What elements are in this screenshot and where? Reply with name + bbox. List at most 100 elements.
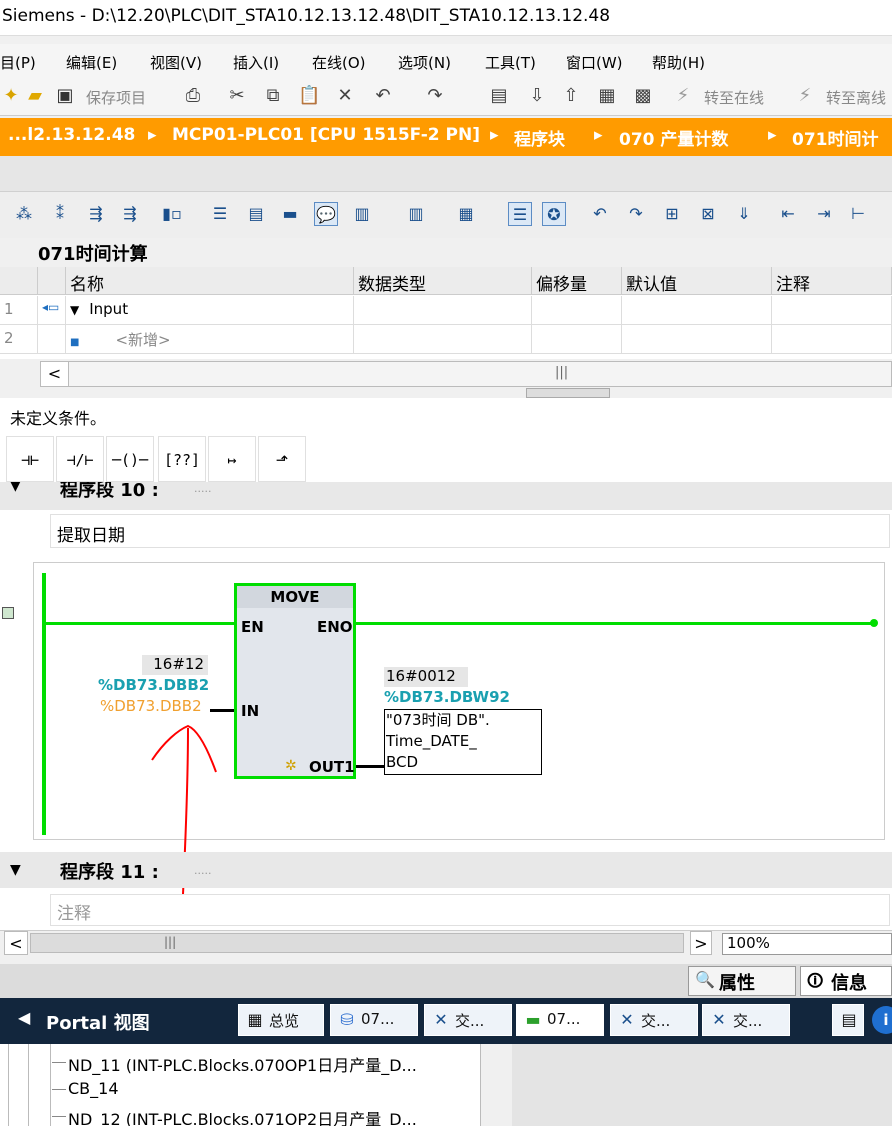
task-crossref-2[interactable]: ✕ 交... [610, 1004, 698, 1036]
network-10-header[interactable]: ▼ 程序段 10 : ..... [0, 482, 892, 510]
breadcrumb-item-block[interactable]: 071时间计 [792, 125, 879, 150]
add-row-icon[interactable]: ⇶ [118, 202, 142, 226]
breadcrumb-item-project[interactable]: ...l2.13.12.48 [8, 125, 135, 145]
tree-scrollbar[interactable] [480, 1044, 512, 1126]
open-all-icon[interactable]: ▥ [350, 202, 374, 226]
collapse-arrow-icon[interactable]: ▼ [10, 862, 21, 878]
breadcrumb-item-plc[interactable]: MCP01-PLC01 [CPU 1515F-2 PN] [172, 125, 480, 145]
coil-icon[interactable]: ─()─ [106, 436, 154, 482]
breadcrumb-item-folder[interactable]: 070 产量计数 [619, 125, 728, 150]
delete-network-icon[interactable]: ⁑ [48, 202, 72, 226]
move-instruction-box[interactable]: MOVE EN ENO IN ✲ OUT1 [234, 583, 356, 779]
new-project-icon[interactable]: ✦ [0, 85, 22, 107]
task-db[interactable]: ⛁ 07... [330, 1004, 418, 1036]
table-cell[interactable] [354, 296, 532, 325]
show-comments-icon[interactable]: ▬ [278, 202, 302, 226]
monitor-icon[interactable]: ⊠ [696, 202, 720, 226]
insert-row-icon[interactable]: ⇶ [84, 202, 108, 226]
table-row-add-new[interactable]: ■ <新增> [66, 325, 354, 354]
table-cell[interactable] [622, 296, 772, 325]
portal-back-icon[interactable]: ◀ [18, 1008, 30, 1027]
scroll-thumb-grip[interactable]: ||| [555, 365, 568, 380]
modify-icon[interactable]: ⇓ [732, 202, 756, 226]
column-header-default[interactable]: 默认值 [622, 267, 772, 295]
network-title-placeholder[interactable]: ..... [194, 864, 211, 877]
redo-icon[interactable]: ↷ [424, 85, 446, 107]
tree-item[interactable]: ND_11 (INT-PLC.Blocks.070OP1日月产量_D... [68, 1052, 417, 1076]
interface-scrollbar[interactable]: < ||| [40, 361, 892, 387]
task-crossref-1[interactable]: ✕ 交... [424, 1004, 512, 1036]
menu-window[interactable]: 窗口(W) [566, 52, 623, 73]
go-online-label[interactable]: 转至在线 [704, 87, 764, 108]
column-header-comment[interactable]: 注释 [772, 267, 892, 295]
menu-help[interactable]: 帮助(H) [652, 52, 705, 73]
tree-item[interactable]: CB_14 [68, 1079, 119, 1098]
editor-scrollbar[interactable]: < ||| > 100% [0, 930, 892, 956]
copy-icon[interactable]: ⧉ [262, 85, 284, 107]
table-cell[interactable] [354, 325, 532, 354]
breadcrumb-item-program-blocks[interactable]: 程序块 [514, 125, 565, 150]
menu-view[interactable]: 视图(V) [150, 52, 202, 73]
column-header-offset[interactable]: 偏移量 [532, 267, 622, 295]
portal-view-link[interactable]: Portal 视图 [46, 1009, 150, 1035]
table-cell[interactable] [772, 296, 892, 325]
in-operand-address[interactable]: %DB73.DBB2 [98, 676, 209, 694]
add-output-icon[interactable]: ✲ [285, 758, 297, 774]
save-project-label[interactable]: 保存项目 [86, 87, 146, 108]
network-11-header[interactable]: ▼ 程序段 11 : ..... [0, 852, 892, 888]
task-crossref-3[interactable]: ✕ 交... [702, 1004, 790, 1036]
no-contact-icon[interactable]: ⊣⊢ [6, 436, 54, 482]
favorites-icon[interactable]: ▤ [244, 202, 268, 226]
go-online-icon[interactable]: ⚡ [672, 85, 694, 107]
scroll-right-icon[interactable]: > [690, 931, 712, 955]
cut-icon[interactable]: ✂ [226, 85, 248, 107]
column-header-datatype[interactable]: 数据类型 [354, 267, 532, 295]
zoom-field[interactable]: 100% [722, 933, 892, 955]
go-offline-icon[interactable]: ⚡ [794, 85, 816, 107]
table-cell[interactable] [772, 325, 892, 354]
save-icon[interactable]: ▣ [54, 85, 76, 107]
table-row-input[interactable]: ▼ Input [66, 296, 354, 325]
undo-icon[interactable]: ↶ [372, 85, 394, 107]
table-cell[interactable] [622, 325, 772, 354]
upload-icon[interactable]: ⇧ [560, 85, 582, 107]
status-button[interactable]: ▤ [832, 1004, 864, 1036]
network-marker[interactable] [2, 607, 14, 619]
in-operand-address-highlight[interactable]: %DB73.DBB2 [100, 697, 202, 715]
info-circle-icon[interactable]: i [872, 1006, 892, 1034]
tree-icon[interactable]: ⊢ [846, 202, 870, 226]
splitter-handle[interactable] [526, 388, 610, 398]
open-project-icon[interactable]: ▰ [24, 85, 46, 107]
scroll-left-icon[interactable]: < [4, 931, 28, 955]
absolute-address-icon[interactable]: ▮▫ [160, 202, 184, 226]
tab-info[interactable]: 🛈 信息 [800, 966, 892, 996]
open-branch-icon[interactable]: ↦ [208, 436, 256, 482]
navigate-next-icon[interactable]: ↷ [624, 202, 648, 226]
tab-properties[interactable]: 🔍 属性 [688, 966, 796, 996]
task-overview[interactable]: ▦ 总览 [238, 1004, 324, 1036]
go-offline-label[interactable]: 转至离线 [826, 87, 886, 108]
close-all-icon[interactable]: ▥ [404, 202, 428, 226]
tree-item[interactable]: ND_12 (INT-PLC.Blocks.071OP2日月产量_D... [68, 1106, 417, 1126]
monitoring-toggle-icon[interactable]: ☰ [508, 202, 532, 226]
menu-options[interactable]: 选项(N) [398, 52, 451, 73]
scroll-left-icon[interactable]: < [41, 362, 69, 386]
scroll-thumb[interactable] [30, 933, 684, 953]
expand-arrow-icon[interactable]: ▼ [70, 303, 79, 317]
collapse-arrow-icon[interactable]: ▼ [10, 482, 21, 494]
network-list-icon[interactable]: ☰ [208, 202, 232, 226]
out-operand-address[interactable]: %DB73.DBW92 [384, 688, 510, 706]
indent-icon[interactable]: ⇤ [776, 202, 800, 226]
outdent-icon[interactable]: ⇥ [812, 202, 836, 226]
paste-icon[interactable]: 📋 [298, 85, 320, 107]
runtime-icon[interactable]: ▩ [632, 85, 654, 107]
out-operand-symbol-box[interactable]: "073时间 DB". Time_DATE_ BCD [384, 709, 542, 775]
menu-online[interactable]: 在线(O) [312, 52, 366, 73]
scroll-thumb-grip[interactable]: ||| [164, 935, 176, 949]
nc-contact-icon[interactable]: ⊣/⊢ [56, 436, 104, 482]
task-block-active[interactable]: ▬ 07... [516, 1004, 604, 1036]
close-branch-icon[interactable]: ⬏ [258, 436, 306, 482]
menu-insert[interactable]: 插入(I) [233, 52, 279, 73]
simulation-icon[interactable]: ▦ [596, 85, 618, 107]
network-title-placeholder[interactable]: ..... [194, 482, 211, 495]
